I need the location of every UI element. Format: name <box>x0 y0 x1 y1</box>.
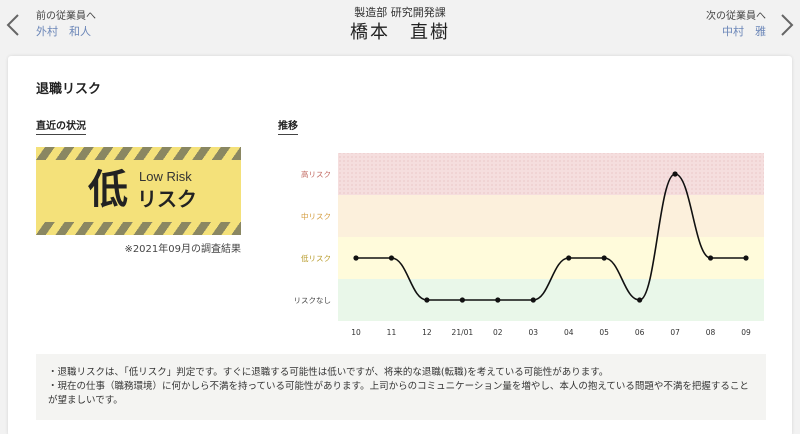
data-point <box>459 297 465 303</box>
x-tick-label: 02 <box>493 328 503 337</box>
data-point <box>672 171 678 177</box>
badge-main-char: 低 <box>88 167 128 213</box>
data-point <box>566 255 572 261</box>
survey-date-note: ※2021年09月の調査結果 <box>124 244 241 255</box>
x-tick-label: 08 <box>706 328 716 337</box>
x-tick-label: 10 <box>351 328 361 337</box>
next-employee-link[interactable]: 中村 雅 <box>706 24 766 40</box>
data-point <box>743 255 749 261</box>
risk-note-line: ・現在の仕事（職務環境）に何かしら不満を持っている可能性があります。上司からのコ… <box>48 381 749 406</box>
data-point <box>601 255 607 261</box>
employee-name: 橋本 直樹 <box>350 22 450 43</box>
data-point <box>424 297 430 303</box>
retirement-risk-card: 退職リスク 直近の状況 推移 低 Low Risk リスク ※2021年09月の… <box>8 56 792 434</box>
x-tick-label: 06 <box>635 328 645 337</box>
data-point <box>530 297 536 303</box>
caution-stripe-bottom <box>36 222 241 235</box>
x-tick-label: 07 <box>670 328 680 337</box>
x-tick-label: 05 <box>599 328 609 337</box>
employee-header: 前の従業員へ 外村 和人 製造部 研究開発課 橋本 直樹 次の従業員へ 中村 雅 <box>0 0 800 52</box>
risk-band-2 <box>338 195 764 237</box>
chevron-right-icon <box>781 14 794 36</box>
x-tick-label: 04 <box>564 328 574 337</box>
data-point <box>707 255 714 261</box>
next-employee-caption: 次の従業員へ <box>706 11 766 22</box>
level-label: 高リスク <box>301 169 331 179</box>
data-point <box>495 297 501 303</box>
trend-label: 推移 <box>278 117 298 135</box>
department-label: 製造部 研究開発課 <box>354 6 446 19</box>
x-tick-label: 03 <box>528 328 538 337</box>
risk-trend-svg: リスクなし 低リスク 中リスク 高リスク 10 11 12 21/01 02 03 04 05 06 07… <box>294 153 764 337</box>
level-label: 中リスク <box>301 211 331 221</box>
risk-band-0 <box>338 279 764 321</box>
x-tick-label: 21/01 <box>452 328 474 337</box>
risk-level-badge: 低 Low Risk リスク <box>36 147 241 235</box>
badge-english-text: Low Risk <box>139 169 192 184</box>
risk-note-line: ・退職リスクは、「低リスク」判定です。すぐに退職する可能性は低いですが、将来的な… <box>48 367 609 378</box>
level-label: 低リスク <box>301 253 331 263</box>
next-employee-block: 次の従業員へ 中村 雅 <box>706 10 766 40</box>
level-label: リスクなし <box>294 296 332 305</box>
card-title: 退職リスク <box>36 82 102 97</box>
data-point <box>388 255 395 261</box>
risk-notes-box: ・退職リスクは、「低リスク」判定です。すぐに退職する可能性は低いですが、将来的な… <box>36 354 766 420</box>
high-risk-dot-texture <box>338 153 764 195</box>
caution-stripe-top <box>36 147 241 160</box>
data-point <box>353 255 359 261</box>
risk-trend-chart: リスクなし 低リスク 中リスク 高リスク 10 11 12 21/01 02 03 04 05 06 07… <box>278 147 764 347</box>
recent-status-label: 直近の状況 <box>36 117 86 135</box>
x-tick-label: 12 <box>422 328 432 337</box>
x-tick-label: 09 <box>741 328 751 337</box>
x-tick-label: 11 <box>387 328 397 337</box>
next-employee-arrow[interactable] <box>778 10 796 40</box>
badge-japanese-text: リスク <box>137 187 197 211</box>
data-point <box>637 297 643 303</box>
current-employee: 製造部 研究開発課 橋本 直樹 <box>0 6 800 46</box>
